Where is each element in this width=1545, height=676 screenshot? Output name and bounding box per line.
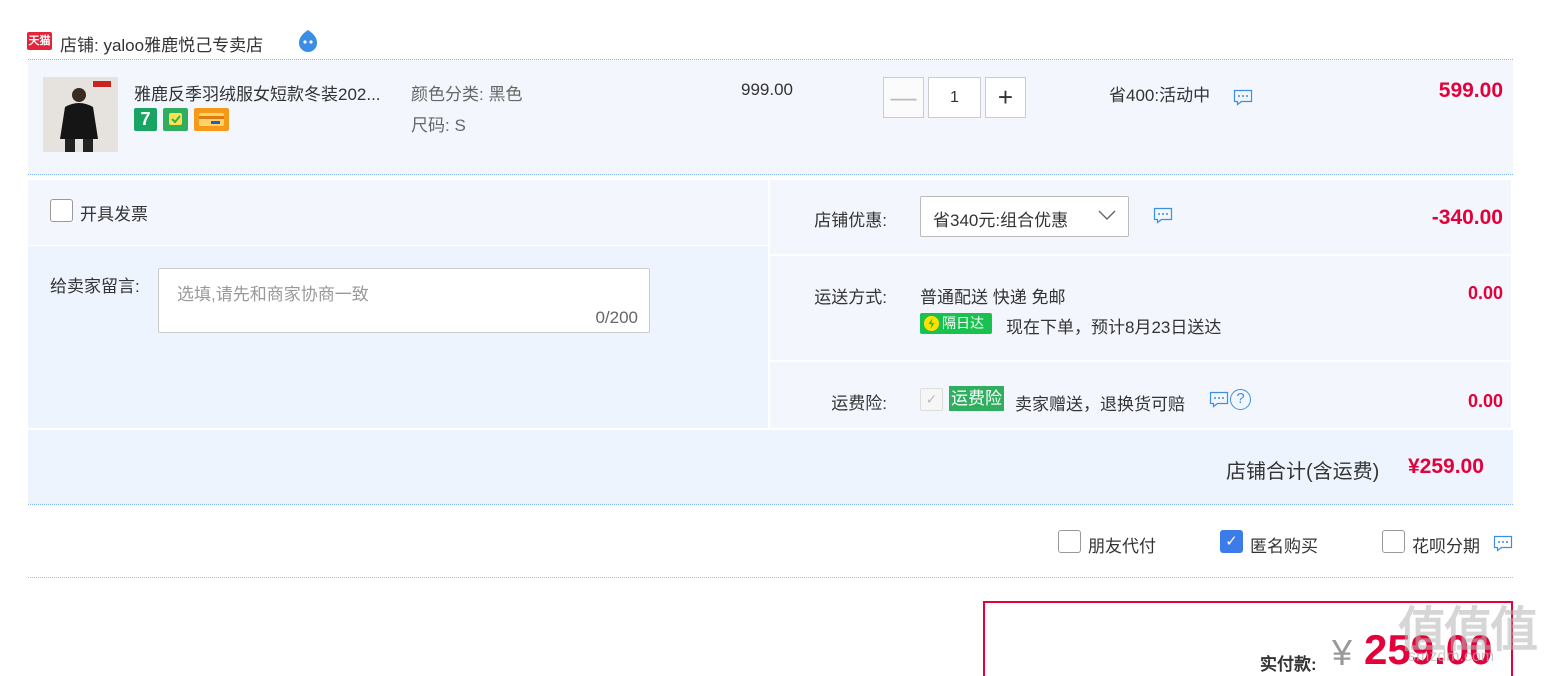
- comment-icon[interactable]: [1493, 535, 1513, 552]
- anonymous-label[interactable]: 匿名购买: [1250, 532, 1318, 557]
- invoice-checkbox[interactable]: [50, 199, 73, 222]
- comment-icon[interactable]: [1233, 89, 1253, 106]
- invoice-label[interactable]: 开具发票: [80, 200, 148, 225]
- quantity-minus-button[interactable]: —: [883, 77, 924, 118]
- store-discount-amount: -340.00: [1431, 206, 1503, 229]
- insurance-checkbox-disabled: ✓: [920, 388, 943, 411]
- unit-price: 999.00: [741, 80, 793, 99]
- friend-pay-checkbox[interactable]: [1058, 530, 1081, 553]
- huabei-label[interactable]: 花呗分期: [1412, 532, 1480, 557]
- currency-symbol: ¥: [1332, 632, 1353, 673]
- chevron-down-icon: [1098, 210, 1116, 220]
- comment-icon[interactable]: [1209, 391, 1229, 408]
- anonymous-checkbox[interactable]: ✓: [1220, 530, 1243, 553]
- comment-icon[interactable]: [1153, 207, 1173, 224]
- sku-size: 尺码: S: [411, 116, 466, 135]
- product-thumbnail[interactable]: [43, 77, 118, 152]
- store-total-label: 店铺合计(含运费): [1226, 461, 1380, 483]
- insurance-amount: 0.00: [1467, 391, 1503, 411]
- seven-day-return-icon: 7: [134, 108, 157, 131]
- store-total-amount: ¥259.00: [1408, 455, 1484, 478]
- shipping-row: [770, 256, 1511, 360]
- item-subtotal: 599.00: [1438, 79, 1503, 102]
- memo-placeholder: 选填,请先和商家协商一致: [177, 285, 369, 304]
- divider: [28, 174, 1513, 175]
- order-item-row: [28, 60, 1513, 174]
- delivery-eta: 现在下单，预计8月23日送达: [1006, 318, 1222, 337]
- product-title[interactable]: 雅鹿反季羽绒服女短款冬装202...: [134, 80, 404, 105]
- wangwang-chat-icon[interactable]: [295, 28, 321, 54]
- shipping-amount: 0.00: [1467, 283, 1503, 303]
- quantity-input[interactable]: 1: [928, 77, 981, 118]
- sku-color: 颜色分类: 黑色: [411, 85, 523, 104]
- divider: [28, 577, 1513, 578]
- insurance-description: 卖家赠送，退换货可赔: [1015, 395, 1185, 414]
- store-discount-label: 店铺优惠:: [814, 211, 887, 230]
- quantity-plus-button[interactable]: +: [985, 77, 1026, 118]
- friend-pay-label[interactable]: 朋友代付: [1088, 532, 1156, 557]
- store-discount-value: 省340元:组合优惠: [933, 211, 1069, 230]
- help-icon[interactable]: ?: [1230, 389, 1251, 410]
- huabei-checkbox[interactable]: [1382, 530, 1405, 553]
- credit-card-icon: [194, 108, 229, 131]
- lightning-icon: [924, 316, 939, 331]
- memo-label: 给卖家留言:: [50, 277, 140, 296]
- shipping-method: 普通配送 快递 免邮: [920, 288, 1066, 307]
- jacket-image-icon: [43, 77, 118, 152]
- promotion-label: 省400:活动中: [1109, 86, 1211, 105]
- payment-label: 实付款:: [1260, 655, 1317, 674]
- insurance-tag: 运费险: [949, 386, 1004, 411]
- guarantee-icon: [163, 108, 188, 131]
- shipping-label: 运送方式:: [814, 288, 887, 307]
- store-name[interactable]: 店铺: yaloo雅鹿悦己专卖店: [60, 31, 263, 56]
- tmall-logo-icon: 天猫: [27, 32, 52, 50]
- memo-char-counter: 0/200: [595, 308, 638, 327]
- divider: [28, 504, 1513, 505]
- watermark-site: smzdm.com: [1408, 648, 1495, 665]
- insurance-label: 运费险:: [831, 394, 887, 413]
